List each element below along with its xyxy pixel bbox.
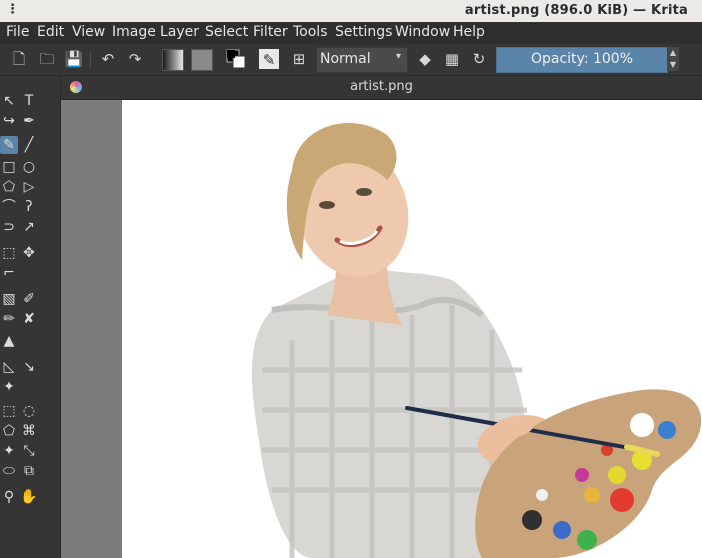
magnetic-select-icon[interactable]: ⧉ [20, 462, 38, 480]
menu-help[interactable]: Help [453, 24, 485, 40]
brush-settings-icon[interactable]: ⊞ [288, 48, 310, 70]
menu-select[interactable]: Select [205, 24, 248, 40]
edit-shapes-icon[interactable]: ↪ [0, 112, 18, 130]
dynamic-brush-icon[interactable]: ⊃ [0, 218, 18, 236]
polyline-icon[interactable]: ▷ [20, 178, 38, 196]
document-tab[interactable]: artist.png [61, 79, 702, 94]
open-document-icon[interactable]: 🗀 [36, 48, 58, 70]
rectangle-icon[interactable]: □ [0, 158, 18, 176]
menu-bar: File Edit View Image Layer Select Filter… [0, 22, 702, 44]
canvas-image[interactable] [122, 100, 702, 558]
blend-mode-value: Normal [320, 51, 371, 67]
color-picker-icon[interactable]: ✐ [20, 290, 38, 308]
brush-preset-icon[interactable]: ✎ [259, 49, 279, 69]
colorize-mask-icon[interactable]: ✏ [0, 310, 18, 328]
bezier-icon[interactable]: ⌒ [0, 198, 18, 216]
polygon-icon[interactable]: ⬠ [0, 178, 18, 196]
color-swap-icon[interactable] [225, 48, 247, 70]
opacity-label: Opacity: 100% [530, 51, 634, 67]
freehand-select-icon[interactable]: ⌘ [20, 422, 38, 440]
menu-window[interactable]: Window [395, 24, 450, 40]
menu-layer[interactable]: Layer [160, 24, 199, 40]
gradient-icon[interactable]: ▧ [0, 290, 18, 308]
rect-select-icon[interactable]: ⬚ [0, 402, 18, 420]
artist-photo [252, 122, 702, 558]
blend-mode-select[interactable]: Normal ▾ [316, 47, 408, 73]
redo-icon[interactable]: ↷ [124, 48, 146, 70]
toolbar-divider [90, 50, 91, 68]
fill-icon[interactable]: ▲ [0, 332, 18, 350]
zoom-icon[interactable]: ⚲ [0, 488, 18, 506]
opacity-slider[interactable]: Opacity: 100% [496, 47, 668, 73]
smart-patch-icon[interactable]: ✘ [20, 310, 38, 328]
text-icon[interactable]: T [20, 92, 38, 110]
multibrush-icon[interactable]: ↗ [20, 218, 38, 236]
crop-icon[interactable]: ⌐ [0, 264, 18, 282]
assistant-icon[interactable]: ◺ [0, 358, 18, 376]
alpha-lock-icon[interactable]: ▦ [441, 48, 463, 70]
move-icon[interactable]: ✥ [20, 244, 38, 262]
save-icon[interactable]: 💾 [63, 48, 85, 70]
polygon-select-icon[interactable]: ⬠ [0, 422, 18, 440]
ellipse-icon[interactable]: ○ [20, 158, 38, 176]
toolbox: ↖ T ↪ ✒ ✎ ╱ □ ○ ⬠ ▷ ⌒ ʔ ⊃ ↗ ⬚ ✥ ⌐ ▧ ✐ ✏ … [0, 76, 61, 558]
refresh-icon[interactable]: ↻ [468, 48, 490, 70]
window-title: artist.png (896.0 KiB) — Krita [464, 3, 688, 18]
gradient-swatch-icon[interactable] [162, 49, 184, 71]
freehand-path-icon[interactable]: ʔ [20, 198, 38, 216]
menu-view[interactable]: View [72, 24, 105, 40]
measure-icon[interactable]: ↘ [20, 358, 38, 376]
chevron-down-icon: ▾ [395, 51, 401, 62]
document-tab-bar: artist.png [61, 76, 702, 100]
similar-select-icon[interactable]: ⤡ [20, 442, 38, 460]
freehand-brush-icon[interactable]: ✎ [0, 136, 18, 154]
select-shapes-icon[interactable]: ↖ [0, 92, 18, 110]
title-bar: ⋮ artist.png (896.0 KiB) — Krita [0, 0, 702, 22]
opacity-spinner[interactable]: ▲ ▼ [667, 47, 679, 71]
bezier-select-icon[interactable]: ⬭ [0, 462, 18, 480]
menu-tools[interactable]: Tools [293, 24, 328, 40]
menu-settings[interactable]: Settings [335, 24, 392, 40]
contiguous-select-icon[interactable]: ✦ [0, 442, 18, 460]
eraser-icon[interactable]: ◆ [414, 48, 436, 70]
pan-icon[interactable]: ✋ [20, 488, 38, 506]
reference-icon[interactable]: ✦ [0, 378, 18, 396]
calligraphy-icon[interactable]: ✒ [20, 112, 38, 130]
transform-icon[interactable]: ⬚ [0, 244, 18, 262]
menu-filter[interactable]: Filter [253, 24, 288, 40]
undo-icon[interactable]: ↶ [97, 48, 119, 70]
new-document-icon[interactable]: 🗋 [8, 48, 30, 70]
menu-image[interactable]: Image [112, 24, 156, 40]
menu-file[interactable]: File [6, 24, 29, 40]
menu-edit[interactable]: Edit [37, 24, 64, 40]
pattern-swatch-icon[interactable] [191, 49, 213, 71]
ellipse-select-icon[interactable]: ◌ [20, 402, 38, 420]
line-icon[interactable]: ╱ [20, 136, 38, 154]
